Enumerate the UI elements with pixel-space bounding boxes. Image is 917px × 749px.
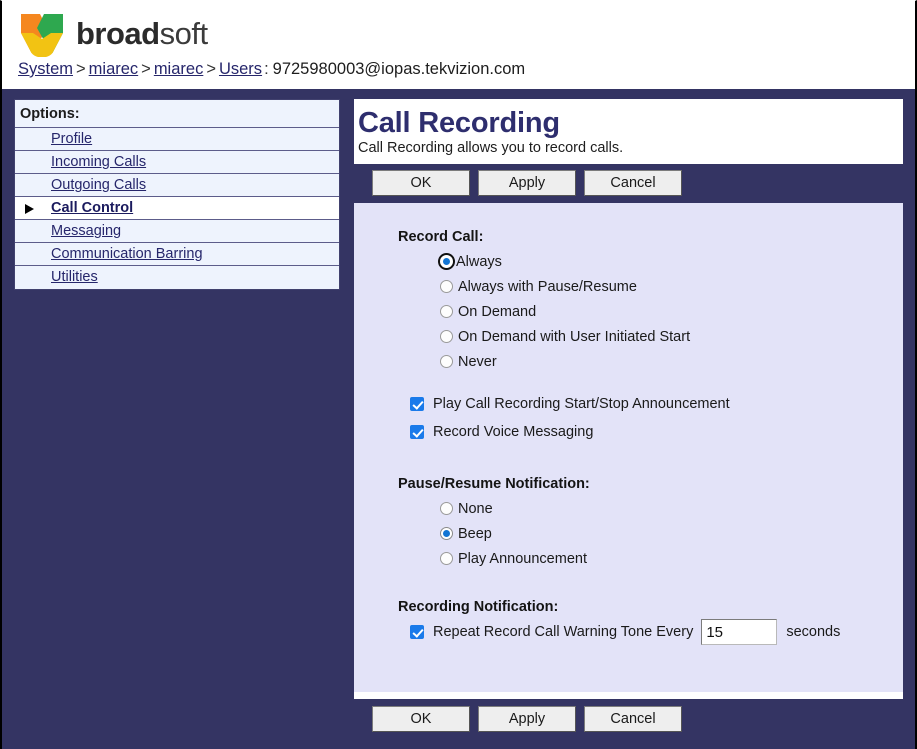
ok-button-top[interactable]: OK (372, 170, 470, 196)
radio-label: Always (456, 254, 502, 270)
apply-button-top[interactable]: Apply (478, 170, 576, 196)
breadcrumb-link-miarec-1[interactable]: miarec (89, 60, 139, 78)
checkbox-indicator[interactable] (410, 425, 424, 439)
sidebar-item-label[interactable]: Profile (51, 128, 92, 151)
breadcrumb-separator: > (73, 60, 89, 78)
brand-name-bold: broad (76, 16, 160, 51)
sidebar-item-incoming-calls[interactable]: Incoming Calls (15, 151, 339, 174)
page-title: Call Recording (358, 108, 903, 138)
radio-label: Always with Pause/Resume (458, 279, 637, 295)
pause-resume-radio-list: None Beep Play Announcement (440, 496, 903, 571)
panel-header: Call Recording Call Recording allows you… (354, 99, 903, 164)
breadcrumb: System>miarec>miarec>Users:9725980003@io… (18, 60, 525, 79)
sidebar-item-label[interactable]: Utilities (51, 266, 98, 289)
radio-option-on-demand[interactable]: On Demand (440, 299, 903, 324)
pause-resume-legend: Pause/Resume Notification: (398, 476, 903, 492)
sidebar-item-call-control[interactable]: Call Control (15, 197, 339, 220)
radio-option-never[interactable]: Never (440, 349, 903, 374)
breadcrumb-current-user: 9725980003@iopas.tekvizion.com (273, 60, 526, 78)
radio-option-always-with-pause-resume[interactable]: Always with Pause/Resume (440, 274, 903, 299)
options-sidebar: Options: Profile Incoming Calls Outgoing… (14, 99, 340, 290)
sidebar-item-label[interactable]: Call Control (51, 197, 133, 220)
repeat-interval-input[interactable] (701, 619, 777, 645)
call-recording-panel: Call Recording Call Recording allows you… (354, 99, 903, 740)
checkbox-indicator[interactable] (410, 397, 424, 411)
apply-button-bottom[interactable]: Apply (478, 706, 576, 732)
pause-resume-notification-group: Pause/Resume Notification: None Beep Pla… (398, 476, 903, 571)
repeat-warning-tone-row: Repeat Record Call Warning Tone Every se… (410, 619, 903, 645)
breadcrumb-colon: : (262, 60, 273, 78)
brand-name-light: soft (160, 16, 208, 51)
sidebar-item-label[interactable]: Messaging (51, 220, 121, 243)
recording-notification-legend: Recording Notification: (398, 599, 903, 615)
radio-label: Beep (458, 526, 492, 542)
sidebar-item-label[interactable]: Incoming Calls (51, 151, 146, 174)
selection-arrow-icon (25, 204, 34, 214)
sidebar-item-messaging[interactable]: Messaging (15, 220, 339, 243)
checkbox-label: Record Voice Messaging (433, 424, 593, 440)
radio-label: Never (458, 354, 497, 370)
brand-wordmark: broadsoft (76, 18, 208, 49)
checkbox-record-voice-messaging[interactable]: Record Voice Messaging (410, 418, 903, 446)
sidebar-item-outgoing-calls[interactable]: Outgoing Calls (15, 174, 339, 197)
recording-notification-group: Recording Notification: Repeat Record Ca… (398, 599, 903, 645)
radio-indicator[interactable] (440, 552, 453, 565)
breadcrumb-link-system[interactable]: System (18, 60, 73, 78)
brand-logo: broadsoft (18, 9, 208, 57)
checkbox-play-call-recording-announcement[interactable]: Play Call Recording Start/Stop Announcem… (410, 390, 903, 418)
radio-indicator[interactable] (440, 502, 453, 515)
page-root: broadsoft System>miarec>miarec>Users:972… (0, 0, 917, 749)
bottom-button-bar: OK Apply Cancel (354, 699, 903, 740)
top-button-bar: OK Apply Cancel (354, 164, 903, 203)
radio-indicator[interactable] (440, 280, 453, 293)
record-call-radio-list: Always Always with Pause/Resume On Deman… (440, 249, 903, 374)
page-description: Call Recording allows you to record call… (358, 140, 903, 156)
radio-option-none[interactable]: None (440, 496, 903, 521)
options-heading: Options: (15, 100, 339, 128)
radio-indicator[interactable] (438, 253, 455, 270)
broadsoft-logo-icon (18, 9, 66, 57)
radio-option-on-demand-user-initiated-start[interactable]: On Demand with User Initiated Start (440, 324, 903, 349)
radio-option-beep[interactable]: Beep (440, 521, 903, 546)
breadcrumb-separator: > (203, 60, 219, 78)
radio-indicator[interactable] (440, 330, 453, 343)
sidebar-item-label[interactable]: Communication Barring (51, 243, 203, 266)
radio-label: On Demand (458, 304, 536, 320)
radio-indicator[interactable] (440, 527, 453, 540)
repeat-interval-unit: seconds (786, 624, 840, 640)
repeat-warning-tone-label: Repeat Record Call Warning Tone Every (433, 624, 693, 640)
breadcrumb-separator: > (138, 60, 154, 78)
sidebar-item-utilities[interactable]: Utilities (15, 266, 339, 289)
announcement-checkbox-group: Play Call Recording Start/Stop Announcem… (410, 390, 903, 446)
settings-form: Record Call: Always Always with Pause/Re… (354, 203, 903, 692)
checkbox-label: Play Call Recording Start/Stop Announcem… (433, 396, 730, 412)
radio-indicator[interactable] (440, 305, 453, 318)
page-header: broadsoft System>miarec>miarec>Users:972… (2, 1, 915, 89)
radio-label: Play Announcement (458, 551, 587, 567)
radio-option-play-announcement[interactable]: Play Announcement (440, 546, 903, 571)
radio-label: On Demand with User Initiated Start (458, 329, 690, 345)
sidebar-item-profile[interactable]: Profile (15, 128, 339, 151)
sidebar-item-communication-barring[interactable]: Communication Barring (15, 243, 339, 266)
breadcrumb-link-users[interactable]: Users (219, 60, 262, 78)
radio-label: None (458, 501, 493, 517)
sidebar-item-label[interactable]: Outgoing Calls (51, 174, 146, 197)
radio-indicator[interactable] (440, 355, 453, 368)
radio-option-always[interactable]: Always (440, 249, 903, 274)
record-call-group: Record Call: Always Always with Pause/Re… (398, 229, 903, 374)
cancel-button-bottom[interactable]: Cancel (584, 706, 682, 732)
breadcrumb-link-miarec-2[interactable]: miarec (154, 60, 204, 78)
ok-button-bottom[interactable]: OK (372, 706, 470, 732)
checkbox-indicator-repeat-warning-tone[interactable] (410, 625, 424, 639)
record-call-legend: Record Call: (398, 229, 903, 245)
cancel-button-top[interactable]: Cancel (584, 170, 682, 196)
